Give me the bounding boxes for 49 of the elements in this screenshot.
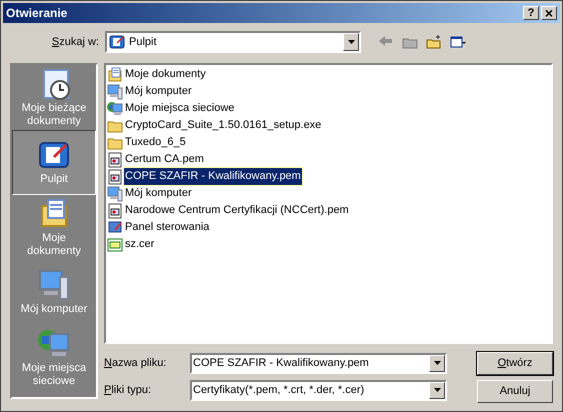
file-item[interactable]: Narodowe Centrum Certyfikacji (NCCert).pem — [124, 202, 350, 219]
places-item[interactable]: Moje miejsca sieciowe — [12, 325, 96, 390]
desktop-icon — [109, 34, 125, 50]
new-folder-icon[interactable] — [425, 34, 443, 50]
places-label: Pulpit — [40, 173, 68, 186]
computer-icon — [107, 84, 123, 100]
file-item[interactable]: Moje dokumenty — [124, 66, 207, 83]
file-item[interactable]: Moje miejsca sieciowe — [124, 100, 236, 117]
cancel-button[interactable]: Anuluj — [477, 380, 553, 403]
file-item[interactable]: CryptoCard_Suite_1.50.0161_setup.exe — [124, 117, 322, 134]
places-item[interactable]: Moje bieżące dokumenty — [12, 65, 96, 130]
file-type-value: Certyfikaty(*.pem, *.crt, *.der, *.cer) — [193, 382, 366, 398]
certificate-icon — [107, 168, 123, 184]
look-in-label: Szukaj w: — [50, 34, 100, 50]
desktop-icon — [38, 139, 70, 171]
places-label: Moje miejsca sieciowe — [20, 362, 88, 388]
places-label: Moje dokumenty — [26, 232, 82, 258]
file-item[interactable]: Mój komputer — [124, 185, 193, 202]
places-item[interactable]: Moje dokumenty — [12, 195, 96, 260]
look-in-value: Pulpit — [129, 34, 158, 50]
file-name-value: COPE SZAFIR - Kwalifikowany.pem — [193, 356, 370, 371]
certificate-icon — [107, 236, 123, 252]
open-button[interactable]: Otwórz — [477, 352, 553, 375]
places-item[interactable]: Mój komputer — [12, 260, 96, 325]
window-title: Otwieranie — [6, 5, 68, 22]
file-item[interactable]: Certum CA.pem — [124, 151, 205, 168]
file-item[interactable]: Panel sterowania — [124, 219, 210, 236]
look-in-dropdown[interactable]: Pulpit — [105, 31, 361, 53]
file-item[interactable]: Mój komputer — [124, 83, 193, 100]
help-button[interactable]: ? — [523, 6, 539, 20]
close-button[interactable]: × — [541, 6, 557, 20]
view-menu-icon[interactable] — [449, 34, 467, 50]
folder-document-icon — [38, 198, 70, 230]
certificate-icon — [107, 152, 123, 168]
file-item[interactable]: COPE SZAFIR - Kwalifikowany.pem — [124, 168, 302, 185]
file-name-field[interactable]: COPE SZAFIR - Kwalifikowany.pem — [190, 352, 447, 374]
places-label: Moje bieżące dokumenty — [20, 102, 88, 128]
computer-icon — [107, 186, 123, 202]
file-type-label: Pliki typu: — [104, 382, 152, 398]
globe-computer-icon — [107, 100, 123, 116]
file-type-dropdown[interactable]: Certyfikaty(*.pem, *.crt, *.der, *.cer) — [190, 380, 447, 400]
file-item[interactable]: Tuxedo_6_5 — [124, 134, 187, 151]
places-label: Mój komputer — [20, 303, 88, 316]
file-item[interactable]: sz.cer — [124, 236, 156, 253]
file-name-label: Nazwa pliku: — [104, 356, 168, 371]
folder-document-icon — [107, 66, 123, 82]
computer-icon — [38, 269, 70, 301]
certificate-icon — [107, 202, 123, 218]
control-panel-icon — [107, 220, 123, 236]
